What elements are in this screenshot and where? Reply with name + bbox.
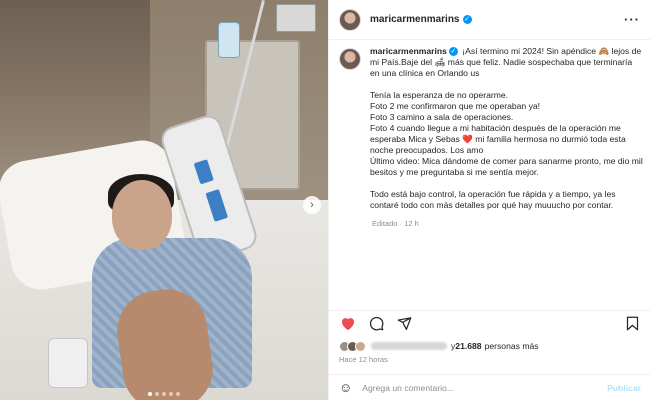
- carousel-dot: [148, 392, 152, 396]
- carousel-dots: [148, 392, 180, 396]
- post-header: maricarmenmarins ✓ ···: [329, 0, 650, 40]
- caption-paragraph: Tenía la esperanza de no operarme.: [370, 90, 509, 100]
- avatar[interactable]: [339, 8, 361, 31]
- like-heart-icon[interactable]: [339, 315, 357, 333]
- publish-button[interactable]: Publicar: [607, 383, 641, 393]
- verified-badge-icon: ✓: [448, 47, 458, 57]
- likes-count: 21.688: [455, 341, 482, 351]
- avatar[interactable]: [339, 48, 361, 70]
- comment-bar: ☺ Publicar: [329, 374, 650, 400]
- blurred-liker-name: [371, 342, 447, 350]
- carousel-next-icon[interactable]: ›: [303, 196, 321, 214]
- instagram-post-frame: › maricarmenmarins ✓ ··· maricarmenmarin…: [0, 0, 650, 400]
- bed-remote: [48, 338, 88, 388]
- carousel-dot: [155, 392, 159, 396]
- likes-row[interactable]: y 21.688 personas más: [339, 339, 539, 353]
- caption-text: maricarmenmarins ✓ ¡Así termino mi 2024! …: [370, 46, 643, 211]
- comment-input[interactable]: [362, 382, 608, 393]
- person-head: [112, 180, 172, 250]
- username-link[interactable]: maricarmenmarins: [370, 14, 460, 25]
- caption-area: maricarmenmarins ✓ ¡Así termino mi 2024! …: [339, 46, 643, 306]
- liker-avatar: [355, 340, 366, 352]
- rail-button: [205, 189, 229, 222]
- wall-panel: [276, 4, 316, 32]
- action-bar: [329, 310, 650, 336]
- emoji-icon[interactable]: ☺: [339, 380, 352, 395]
- carousel-dot: [162, 392, 166, 396]
- post-photo[interactable]: ›: [0, 0, 328, 400]
- carousel-dot: [176, 392, 180, 396]
- caption-paragraph: Último video: Mica dándome de comer para…: [370, 156, 643, 177]
- verified-badge-icon: ✓: [462, 15, 472, 24]
- likes-suffix: personas más: [484, 341, 539, 351]
- sanitizer-bottle: [218, 22, 240, 58]
- liker-avatars: [339, 340, 366, 352]
- caption-paragraph: Foto 4 cuando llegue a mi habitación des…: [370, 123, 626, 155]
- ellipsis-icon[interactable]: ···: [624, 12, 640, 27]
- caption-paragraph: Foto 2 me confirmaron que me operaban ya…: [370, 101, 541, 111]
- rail-button: [193, 159, 214, 185]
- bookmark-icon[interactable]: [623, 315, 641, 333]
- caption-paragraph: Todo está bajo control, la operación fue…: [370, 189, 616, 210]
- caption-row: maricarmenmarins ✓ ¡Así termino mi 2024! …: [339, 46, 643, 211]
- carousel-dot: [169, 392, 173, 396]
- share-icon[interactable]: [395, 315, 413, 333]
- post-timestamp[interactable]: Hace 12 horas: [339, 355, 388, 364]
- caption-paragraph: Foto 3 camino a sala de operaciones.: [370, 112, 514, 122]
- edited-label: Editado · 12 h: [372, 219, 419, 228]
- caption-username[interactable]: maricarmenmarins: [370, 46, 447, 56]
- comment-icon[interactable]: [367, 315, 385, 333]
- post-side-panel: maricarmenmarins ✓ ··· maricarmenmarins ✓…: [328, 0, 650, 400]
